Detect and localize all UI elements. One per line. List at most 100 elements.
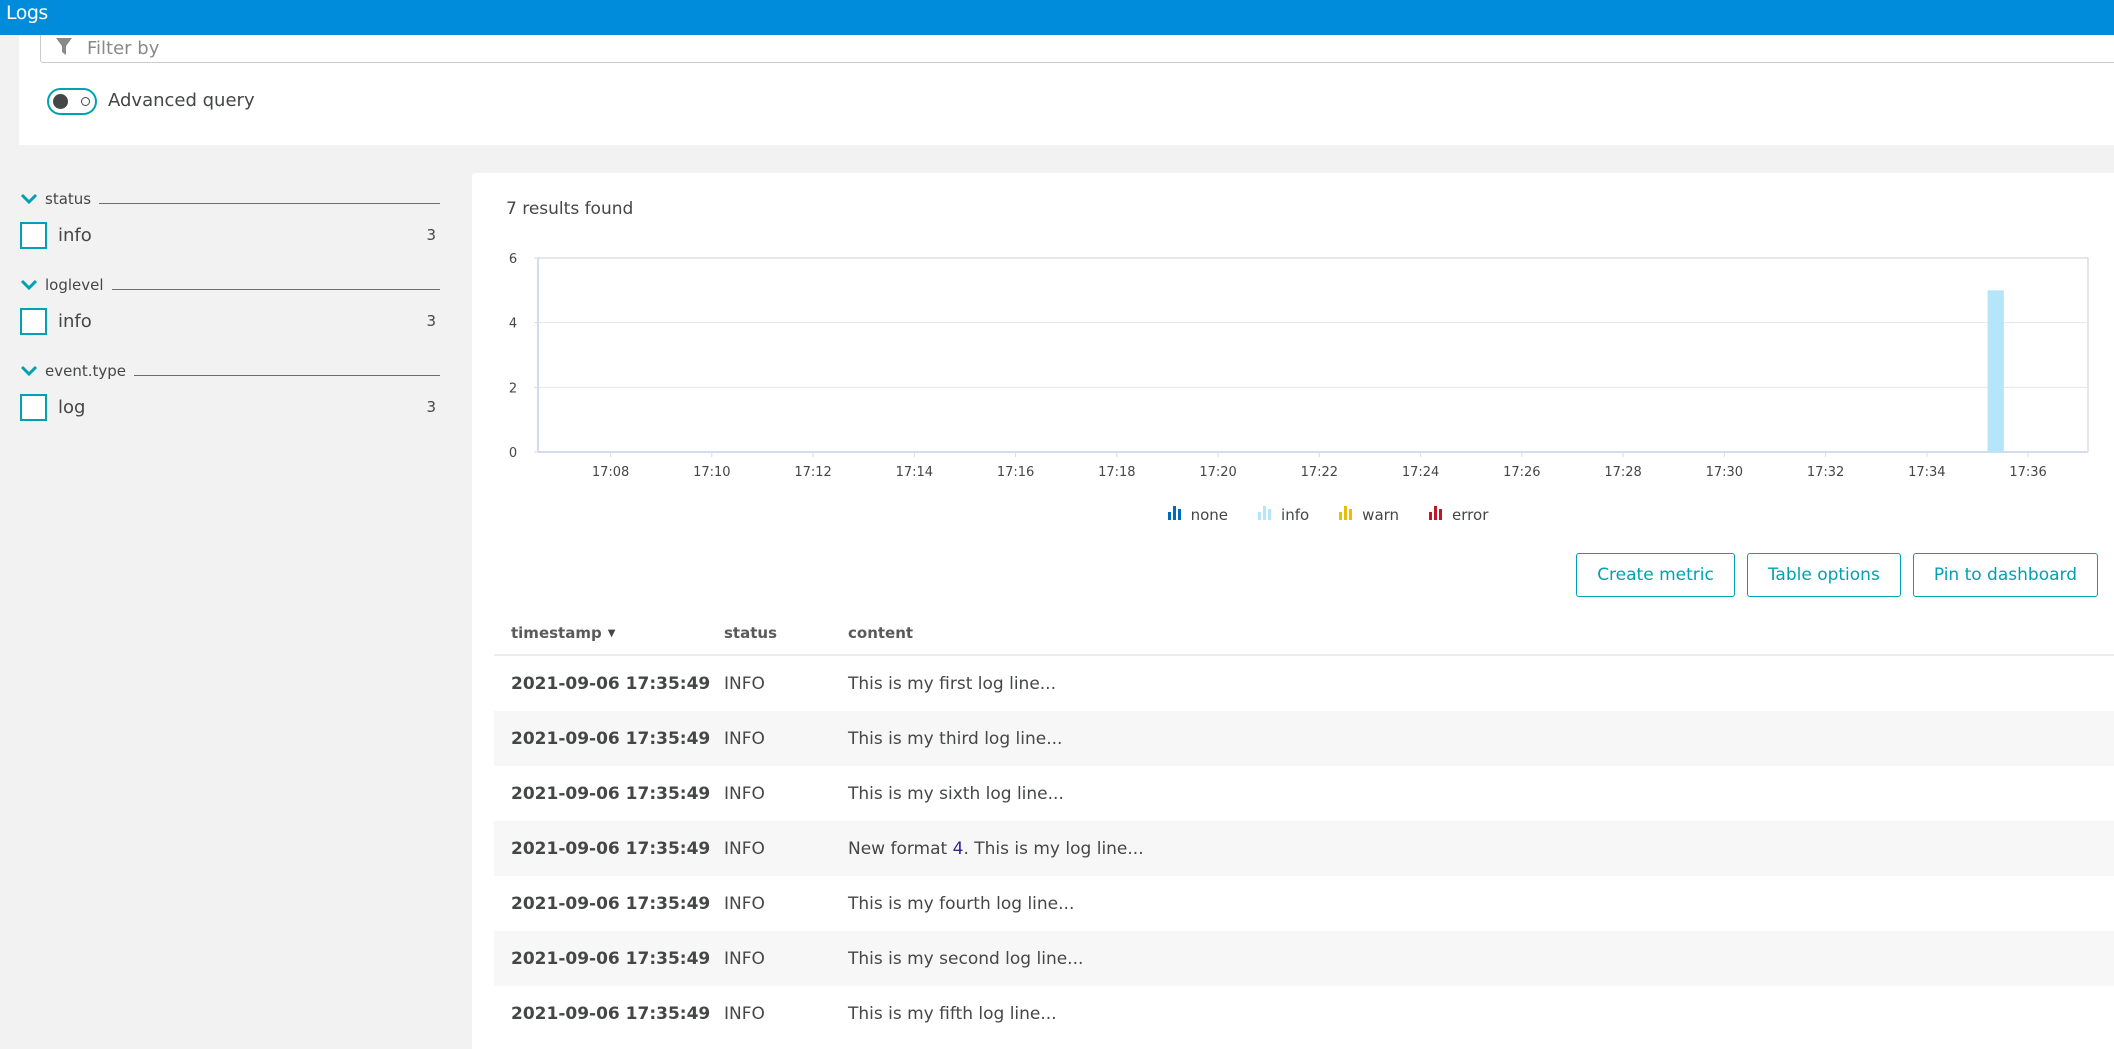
create-metric-button[interactable]: Create metric <box>1576 553 1735 597</box>
divider <box>111 288 440 290</box>
table-row[interactable]: 2021-09-06 17:35:49 INFO This is my second… <box>494 931 2114 986</box>
x-tick-label: 17:18 <box>1098 465 1135 480</box>
facet-loglevel: loglevel info 3 <box>20 272 440 344</box>
bar-chart-icon <box>1167 506 1181 520</box>
legend-label: error <box>1452 506 1489 524</box>
facet-name: status <box>45 190 92 208</box>
divider <box>99 202 440 204</box>
table-row[interactable]: 2021-09-06 17:35:49 INFO This is my third … <box>494 711 2114 766</box>
x-tick-label: 17:20 <box>1199 465 1236 480</box>
table-row[interactable]: 2021-09-06 17:35:49 INFO This is my fourth… <box>494 876 2114 931</box>
facet-option-count: 3 <box>426 226 436 244</box>
cell-content: This is my first log line... <box>848 673 1056 694</box>
facet-header-loglevel[interactable]: loglevel <box>20 272 440 298</box>
cell-timestamp: 2021-09-06 17:35:49 <box>511 728 711 749</box>
x-tick-label: 17:36 <box>2009 465 2046 480</box>
bar-chart-icon <box>1429 506 1443 520</box>
toggle-knob <box>53 94 68 109</box>
x-tick-label: 17:28 <box>1604 465 1641 480</box>
table-actions: Create metric Table options Pin to dashb… <box>1576 553 2098 597</box>
table-row[interactable]: 2021-09-06 17:35:49 INFO New format 4. Thi… <box>494 821 2114 876</box>
legend-item-error[interactable]: error <box>1429 506 1488 524</box>
x-tick-label: 17:22 <box>1301 465 1338 480</box>
facet-option-label: info <box>58 310 92 332</box>
app-title: Logs <box>6 2 48 24</box>
facet-event-type: event.type log 3 <box>20 358 440 430</box>
y-tick-label: 4 <box>509 317 517 332</box>
facet-option-label: info <box>58 224 92 246</box>
cell-content: This is my sixth log line... <box>848 783 1064 804</box>
x-tick-label: 17:34 <box>1908 465 1945 480</box>
facet-name: event.type <box>45 362 126 380</box>
facet-name: loglevel <box>45 276 104 294</box>
pin-to-dashboard-button[interactable]: Pin to dashboard <box>1912 553 2098 597</box>
facet-checkbox-event-type-log[interactable] <box>20 393 47 421</box>
facet-option: log 3 <box>20 384 440 430</box>
bar-chart-icon <box>1339 506 1353 520</box>
cell-timestamp: 2021-09-06 17:35:49 <box>511 838 711 859</box>
column-header-status[interactable]: status <box>720 624 844 642</box>
filter-input[interactable] <box>87 35 1987 61</box>
table-header: timestamp▼ status content details <box>494 611 2114 656</box>
column-header-content[interactable]: content <box>844 624 2114 642</box>
cell-timestamp: 2021-09-06 17:35:49 <box>511 783 711 804</box>
facet-option-label: log <box>58 396 86 418</box>
legend-label: warn <box>1362 506 1400 524</box>
column-label: timestamp <box>511 623 602 642</box>
bar-chart-icon <box>1258 506 1272 520</box>
legend-item-warn[interactable]: warn <box>1339 506 1399 524</box>
cell-status: INFO <box>724 893 765 914</box>
table-row[interactable]: 2021-09-06 17:35:49 INFO This is my sixth … <box>494 766 2114 821</box>
chevron-down-icon <box>20 365 38 377</box>
filter-funnel-icon <box>56 38 72 55</box>
toggle-off-indicator <box>81 97 90 106</box>
legend-label: none <box>1190 506 1229 524</box>
cell-timestamp: 2021-09-06 17:35:49 <box>511 673 711 694</box>
advanced-query-label: Advanced query <box>108 90 255 111</box>
facet-option: info 3 <box>20 212 440 258</box>
cell-status: INFO <box>724 783 765 804</box>
facet-option-count: 3 <box>426 398 436 416</box>
legend-item-none[interactable]: none <box>1167 506 1229 524</box>
cell-timestamp: 2021-09-06 17:35:49 <box>511 893 711 914</box>
facet-header-status[interactable]: status <box>20 186 440 212</box>
cell-timestamp: 2021-09-06 17:35:49 <box>511 948 711 969</box>
cell-status: INFO <box>724 1003 765 1024</box>
x-tick-label: 17:24 <box>1402 465 1439 480</box>
x-tick-label: 17:14 <box>896 465 933 480</box>
advanced-query-toggle[interactable] <box>47 88 97 115</box>
chart-legend: none info warn error <box>472 506 2114 524</box>
number-token: 4 <box>952 838 964 859</box>
cell-timestamp: 2021-09-06 17:35:49 <box>511 1003 711 1024</box>
cell-content: This is my second log line... <box>848 948 1084 969</box>
x-tick-label: 17:26 <box>1503 465 1540 480</box>
table-row[interactable]: 2021-09-06 17:35:49 INFO This is my first … <box>494 656 2114 711</box>
log-table: timestamp▼ status content details 2021-0… <box>494 611 2114 1041</box>
log-histogram-chart: 0 2 4 6 17:08 17:10 17:12 17:14 17:16 17:18 17:20 1… <box>472 233 2114 533</box>
x-tick-label: 17:10 <box>693 465 730 480</box>
legend-item-info[interactable]: info <box>1258 506 1309 524</box>
cell-status: INFO <box>724 673 765 694</box>
chevron-down-icon <box>20 193 38 205</box>
facet-checkbox-status-info[interactable] <box>20 221 47 249</box>
table-row[interactable]: 2021-09-06 17:35:49 INFO This is my fifth … <box>494 986 2114 1041</box>
x-tick-label: 17:08 <box>592 465 629 480</box>
y-tick-label: 2 <box>509 381 517 396</box>
facet-status: status info 3 <box>20 186 440 258</box>
plot-area <box>537 257 2089 453</box>
x-tick-label: 17:32 <box>1807 465 1844 480</box>
facet-checkbox-loglevel-info[interactable] <box>20 307 47 335</box>
facet-option: info 3 <box>20 298 440 344</box>
divider <box>134 374 440 376</box>
table-options-button[interactable]: Table options <box>1746 553 1901 597</box>
cell-content: This is my fourth log line... <box>848 893 1075 914</box>
bar-info <box>1987 290 2004 452</box>
y-tick-label: 6 <box>509 252 517 267</box>
chevron-down-icon <box>20 279 38 291</box>
column-header-timestamp[interactable]: timestamp ▼ <box>494 624 720 642</box>
legend-label: info <box>1281 506 1310 524</box>
facet-sidebar: status info 3 loglevel info 3 event.type <box>20 186 440 444</box>
x-tick-label: 17:16 <box>997 465 1034 480</box>
cell-content: New format 4. This is my log line... <box>848 838 1144 859</box>
facet-header-event-type[interactable]: event.type <box>20 358 440 384</box>
